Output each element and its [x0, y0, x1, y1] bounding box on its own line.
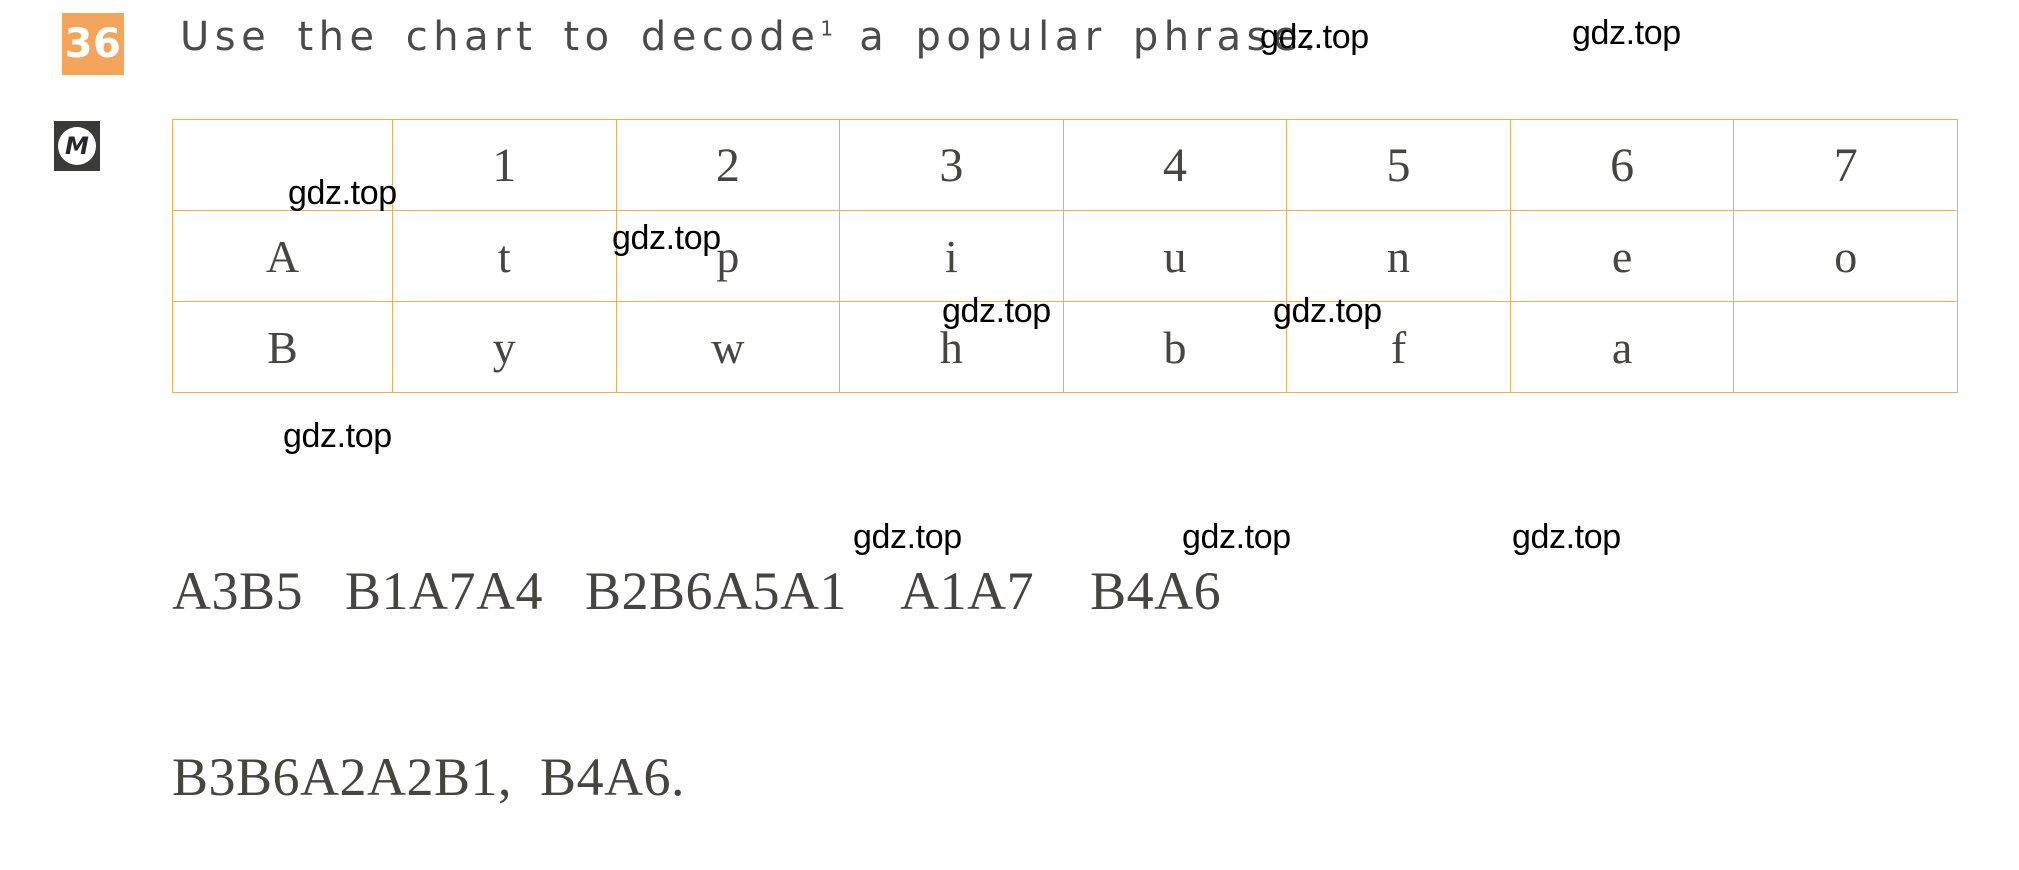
cell-a7: o: [1733, 210, 1958, 302]
task-text-tail: a popular phrase.: [833, 14, 1322, 60]
cell-b3: h: [839, 301, 1064, 393]
media-disc: M: [58, 127, 96, 165]
cell-b2: w: [615, 301, 841, 393]
header-cell-2: 2: [615, 119, 841, 211]
exercise-header: 36 Use the chart to decode1 a popular ph…: [0, 0, 2019, 88]
coded-phrase-line-2: B3B6A2A2B1, B4A6.: [172, 747, 686, 807]
task-instruction-text: Use the chart to decode1 a popular phras…: [180, 14, 1321, 60]
table-header-row: 1 2 3 4 5 6 7: [172, 119, 1958, 211]
header-cell-1: 1: [392, 119, 617, 211]
cell-a5: n: [1286, 210, 1511, 302]
header-cell-4: 4: [1062, 119, 1288, 211]
cell-b4: b: [1062, 301, 1288, 393]
watermark-text: gdz.top: [1512, 518, 1621, 556]
cell-a6: e: [1509, 210, 1735, 302]
row-label-a: A: [172, 210, 393, 302]
cell-a4: u: [1062, 210, 1288, 302]
cell-b5: f: [1286, 301, 1511, 393]
table-row: B y w h b f a: [172, 301, 1958, 393]
footnote-marker: 1: [820, 16, 834, 41]
cell-a2: p: [615, 210, 841, 302]
header-cell-3: 3: [839, 119, 1064, 211]
cell-b1: y: [392, 301, 617, 393]
media-m-icon: M: [54, 121, 100, 171]
cell-b6: a: [1509, 301, 1735, 393]
task-text-main: Use the chart to decode: [180, 14, 821, 60]
coded-phrase-block: A3B5 B1A7A4 B2B6A5A1 A1A7 B4A6 B3B6A2A2B…: [172, 436, 1221, 870]
decode-chart-table: 1 2 3 4 5 6 7 A t p i u n e o B y w h b …: [172, 119, 1958, 393]
table-row: A t p i u n e o: [172, 210, 1958, 302]
cell-a3: i: [839, 210, 1064, 302]
coded-phrase-line-1: A3B5 B1A7A4 B2B6A5A1 A1A7 B4A6: [172, 561, 1222, 621]
header-cell-7: 7: [1733, 119, 1958, 211]
media-letter: M: [65, 132, 89, 160]
exercise-number-badge: 36: [62, 13, 124, 75]
row-label-b: B: [172, 301, 393, 393]
cell-b7: [1733, 301, 1958, 393]
header-cell-6: 6: [1509, 119, 1735, 211]
cell-a1: t: [392, 210, 617, 302]
header-cell-5: 5: [1286, 119, 1511, 211]
header-cell-corner: [172, 119, 393, 211]
